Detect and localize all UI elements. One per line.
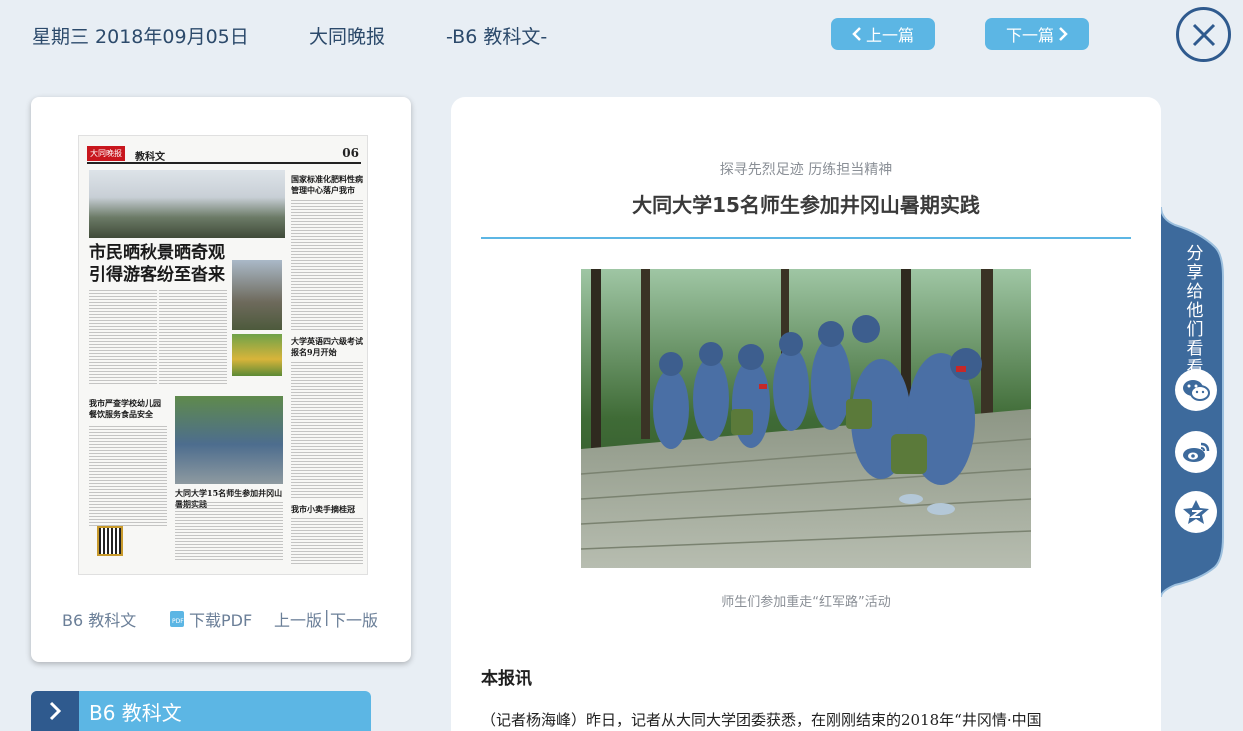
thumb-text-column [291, 200, 363, 330]
page-section: -B6 教科文- [446, 26, 548, 48]
prev-article-label: 上一篇 [865, 26, 914, 45]
section-label: B6 教科文 [89, 700, 182, 725]
chevron-right-icon [49, 701, 61, 721]
hikers-on-stairs-image [581, 269, 1031, 568]
share-panel: 分享给他们看看 [1161, 207, 1225, 597]
qzone-icon [1183, 500, 1209, 524]
thumb-text-column [291, 518, 363, 566]
thumb-text-column [89, 426, 167, 526]
thumb-text-column [291, 362, 363, 498]
thumb-subhead: 我市严查学校幼儿园餐饮服务食品安全 [89, 398, 161, 419]
article-photo [581, 269, 1031, 568]
article-title: 大同大学15名师生参加井冈山暑期实践 [632, 193, 980, 217]
pdf-icon: PDF [170, 611, 184, 627]
page-label: B6 教科文 [62, 611, 137, 630]
title-divider [481, 237, 1131, 239]
share-weibo-button[interactable] [1175, 431, 1217, 473]
close-icon [1192, 23, 1215, 46]
thumb-masthead: 大同晚报 教科文 06 [87, 146, 361, 164]
prev-page-link[interactable]: 上一版 [274, 607, 322, 631]
thumb-landscape-photo [89, 170, 285, 238]
issue-date: 星期三 2018年09月05日 [32, 26, 249, 48]
page-preview-card: 大同晚报 教科文 06 市民晒秋景晒奇观 引得游客纷至沓来 国家标准化肥料性病管… [31, 97, 411, 662]
thumb-section: 教科文 [135, 152, 165, 163]
thumb-text-column [159, 290, 227, 386]
next-article-button[interactable]: 下一篇 [985, 18, 1089, 50]
thumb-text-column [89, 290, 157, 386]
link-separator: | [324, 607, 330, 626]
chevron-right-icon [1059, 27, 1068, 41]
thumb-text-column [175, 502, 283, 562]
section-chevron [31, 691, 79, 731]
next-page-link[interactable]: 下一版 [330, 607, 378, 631]
thumb-headline: 市民晒秋景晒奇观 引得游客纷至沓来 [89, 242, 225, 286]
thumb-flowers-photo [232, 334, 282, 376]
share-label: 分享给他们看看 [1186, 244, 1204, 378]
thumb-tower-photo [232, 260, 282, 330]
thumb-subhead: 国家标准化肥料性病管理中心落户我市 [291, 174, 363, 195]
svg-text:PDF: PDF [172, 618, 184, 625]
thumb-subhead: 我市小卖手摘桂冠 [291, 504, 355, 514]
next-article-label: 下一篇 [1005, 26, 1054, 45]
thumb-qr-code [97, 526, 123, 556]
share-wechat-button[interactable] [1175, 369, 1217, 411]
close-button[interactable] [1176, 7, 1231, 62]
download-pdf-link[interactable]: PDF 下载PDF [169, 607, 252, 631]
share-qzone-button[interactable] [1175, 491, 1217, 533]
photo-caption: 师生们参加重走“红军路”活动 [721, 595, 891, 610]
wechat-icon [1183, 380, 1210, 401]
chevron-left-icon [852, 27, 861, 41]
article-kicker: 探寻先烈足迹 历练担当精神 [719, 162, 893, 178]
newspaper-name: 大同晚报 [309, 26, 386, 48]
article-body: （记者杨海峰）昨日，记者从大同大学团委获悉，在刚刚结束的2018年“井冈情·中国 [481, 711, 1042, 729]
download-pdf-label: 下载PDF [189, 611, 253, 630]
article-lead: 本报讯 [481, 669, 532, 689]
article-card: 探寻先烈足迹 历练担当精神 大同大学15名师生参加井冈山暑期实践 师生们参加重走… [451, 97, 1161, 731]
thumb-page-number: 06 [342, 146, 359, 160]
thumb-headline-line-1: 市民晒秋景晒奇观 [89, 243, 225, 263]
thumb-subhead: 大学英语四六级考试报名9月开始 [291, 336, 363, 357]
page-thumbnail[interactable]: 大同晚报 教科文 06 市民晒秋景晒奇观 引得游客纷至沓来 国家标准化肥料性病管… [78, 135, 368, 575]
thumb-article-photo [175, 396, 283, 484]
thumb-headline-line-2: 引得游客纷至沓来 [89, 265, 225, 285]
weibo-icon [1183, 442, 1210, 462]
thumb-logo: 大同晚报 [87, 146, 125, 161]
prev-article-button[interactable]: 上一篇 [831, 18, 935, 50]
section-selector[interactable]: B6 教科文 [31, 691, 371, 731]
